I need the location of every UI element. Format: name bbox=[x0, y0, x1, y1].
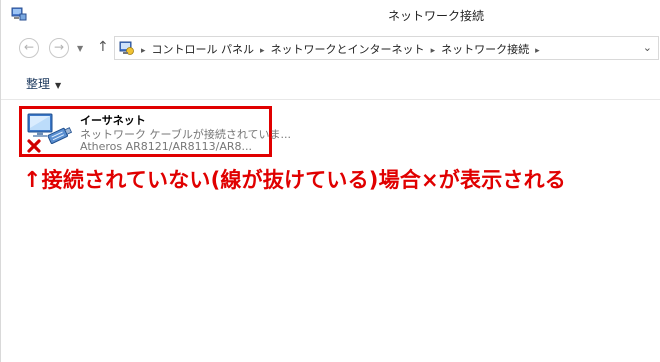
navigation-bar: ← → ▼ ↑ ▸ コントロール パネル ▸ ネットワークとインターネット ▸ ネットワー… bbox=[1, 34, 660, 64]
ethernet-connection-item[interactable]: イーサネット ネットワーク ケーブルが接続されていま... Atheros AR… bbox=[19, 106, 291, 157]
connections-list: イーサネット ネットワーク ケーブルが接続されていま... Atheros AR… bbox=[1, 100, 660, 362]
address-bar[interactable]: ▸ コントロール パネル ▸ ネットワークとインターネット ▸ ネットワーク接続 ▸ ⌄ bbox=[114, 36, 659, 60]
forward-button[interactable]: → bbox=[49, 38, 69, 58]
breadcrumb: ▸ コントロール パネル ▸ ネットワークとインターネット ▸ ネットワーク接続 ▸ bbox=[141, 41, 546, 57]
organize-button[interactable]: 整理 ▼ bbox=[26, 75, 61, 92]
disconnected-x-icon bbox=[27, 139, 41, 153]
address-dropdown-icon[interactable]: ⌄ bbox=[643, 41, 652, 54]
explorer-window: ネットワーク接続 ← → ▼ ↑ ▸ コントロール パネル ▸ ネットワークとインター… bbox=[0, 0, 660, 362]
annotation-note: ↑接続されていない(線が抜けている)場合×が表示される bbox=[23, 164, 566, 194]
chevron-down-icon: ▼ bbox=[55, 81, 62, 90]
title-bar: ネットワーク接続 bbox=[1, 0, 660, 30]
breadcrumb-control-panel[interactable]: コントロール パネル bbox=[152, 43, 255, 56]
connection-device: Atheros AR8121/AR8113/AR8... bbox=[80, 140, 253, 153]
breadcrumb-network-and-internet[interactable]: ネットワークとインターネット bbox=[271, 43, 425, 56]
command-bar: 整理 ▼ bbox=[1, 66, 660, 100]
breadcrumb-separator-icon[interactable]: ▸ bbox=[141, 46, 146, 56]
breadcrumb-separator-icon[interactable]: ▸ bbox=[431, 46, 436, 56]
window-title: ネットワーク接続 bbox=[387, 9, 484, 23]
breadcrumb-separator-icon[interactable]: ▸ bbox=[535, 46, 540, 56]
back-button[interactable]: ← bbox=[19, 38, 39, 58]
up-arrow-icon: ↑ bbox=[23, 168, 42, 193]
breadcrumb-separator-icon[interactable]: ▸ bbox=[260, 46, 265, 56]
recent-locations-chevron-icon[interactable]: ▼ bbox=[77, 44, 83, 53]
ethernet-disconnected-icon bbox=[27, 113, 72, 153]
breadcrumb-network-connections[interactable]: ネットワーク接続 bbox=[441, 43, 529, 56]
up-button[interactable]: ↑ bbox=[97, 39, 109, 55]
control-panel-icon bbox=[119, 41, 134, 55]
organize-label: 整理 bbox=[26, 77, 51, 91]
annotation-text: 接続されていない(線が抜けている)場合×が表示される bbox=[41, 168, 566, 192]
